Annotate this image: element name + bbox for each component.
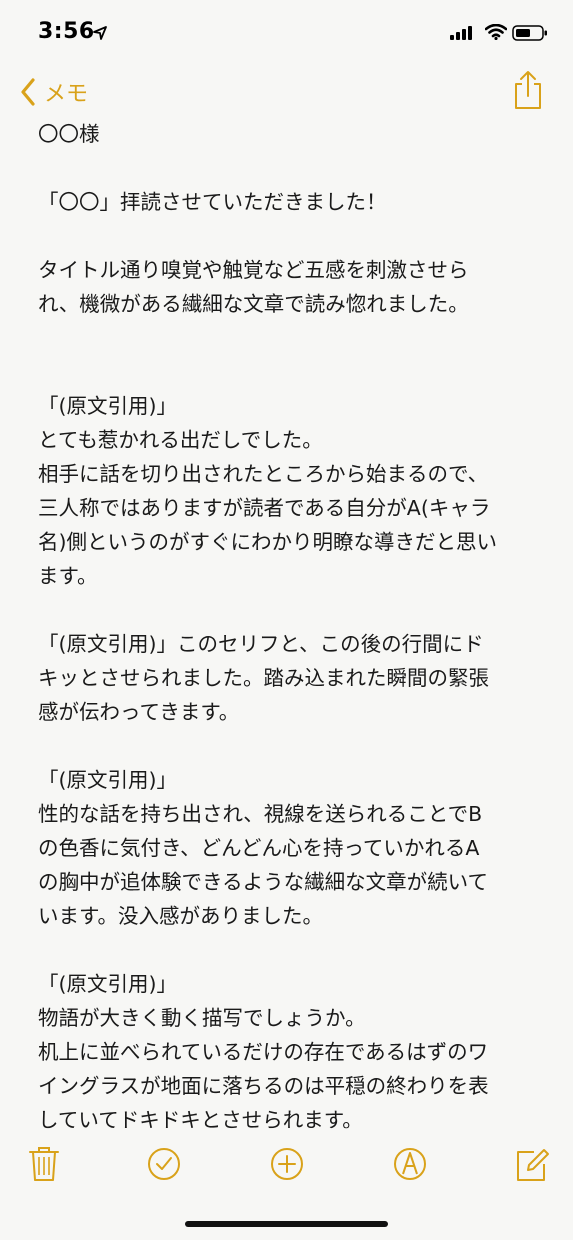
note-line: [38, 729, 548, 763]
back-button[interactable]: メモ: [20, 70, 88, 114]
cellular-signal-icon: [450, 26, 472, 40]
note-line: の色香に気付き、どんどん心を持っていかれるA: [38, 836, 480, 860]
note-line: 〇〇様: [38, 122, 100, 146]
note-line: 「(原文引用)」: [38, 394, 177, 418]
status-time: 3:56: [38, 19, 95, 44]
navigation-bar: メモ: [0, 70, 573, 114]
note-line: 物語が大きく動く描写でしょうか。: [38, 1006, 366, 1030]
note-line: 机上に並べられているだけの存在であるはずのワ: [38, 1040, 489, 1064]
note-line: タイトル通り嗅覚や触覚など五感を刺激させら: [38, 258, 469, 282]
note-line: 感が伝わってきます。: [38, 700, 240, 724]
chevron-left-icon: [21, 78, 35, 106]
note-line: 「〇〇」拝読させていただきました！: [38, 190, 387, 214]
battery-icon: [512, 25, 547, 41]
markup-icon[interactable]: [392, 1144, 428, 1184]
note-line: ます。: [38, 564, 98, 588]
note-line: 名)側というのがすぐにわかり明瞭な導きだと思い: [38, 530, 497, 554]
home-indicator: [185, 1221, 388, 1227]
note-line: 「(原文引用)」このセリフと、この後の行間にド: [38, 632, 484, 656]
note-line: [38, 593, 548, 627]
checklist-icon[interactable]: [146, 1144, 182, 1184]
compose-icon[interactable]: [514, 1144, 550, 1184]
trash-icon[interactable]: [26, 1144, 62, 1184]
wifi-icon: [485, 24, 507, 40]
note-line: います。没入感がありました。: [38, 904, 323, 928]
note-line: の胸中が追体験できるような繊細な文章が続いて: [38, 870, 488, 894]
note-line: 三人称ではありますが読者である自分がA(キャラ: [38, 496, 491, 520]
note-line: [38, 355, 548, 389]
note-line: 「(原文引用)」: [38, 972, 177, 996]
note-line: とても惹かれる出だしでした。: [38, 428, 323, 452]
note-line: イングラスが地面に落ちるのは平穏の終わりを表: [38, 1074, 489, 1098]
note-line: [38, 151, 548, 185]
add-icon[interactable]: [269, 1144, 305, 1184]
note-line: 「(原文引用)」: [38, 768, 177, 792]
note-line: キッとさせられました。踏み込まれた瞬間の緊張: [38, 666, 489, 690]
note-line: 性的な話を持ち出され、視線を送られることでB: [38, 802, 483, 826]
bottom-toolbar: [0, 1140, 573, 1190]
note-line: 相手に話を切り出されたところから始まるので、: [38, 462, 489, 486]
note-line: [38, 219, 548, 253]
note-line: [38, 321, 548, 355]
share-icon[interactable]: [513, 70, 543, 110]
note-text[interactable]: 〇〇様「〇〇」拝読させていただきました！ タイトル通り嗅覚や触覚など五感を刺激させ…: [38, 117, 548, 1137]
note-line: [38, 933, 548, 967]
note-line: れ、機微がある繊細な文章で読み惚れました。: [38, 292, 469, 316]
status-bar: 3:56: [0, 0, 573, 70]
back-label: メモ: [44, 82, 89, 107]
location-arrow-icon: [93, 26, 107, 40]
